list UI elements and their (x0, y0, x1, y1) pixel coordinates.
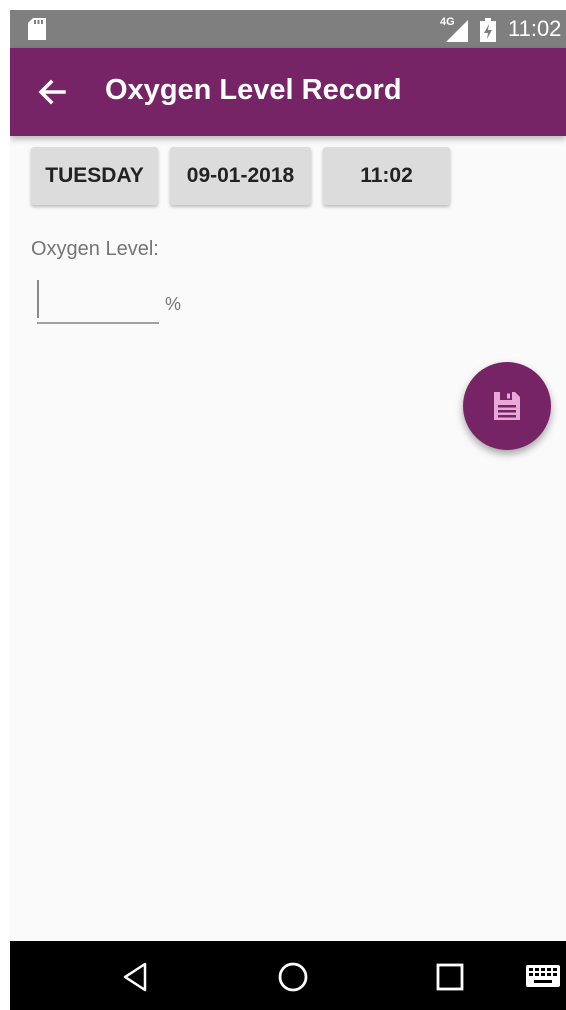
keyboard-icon[interactable] (526, 965, 560, 989)
nav-home-icon[interactable] (275, 959, 311, 995)
nav-recents-icon[interactable] (432, 959, 468, 995)
battery-charging-icon (480, 18, 496, 42)
page-title: Oxygen Level Record (105, 74, 402, 106)
status-bar: 4G 11:02 (10, 10, 566, 48)
time-button[interactable]: 11:02 (323, 147, 450, 205)
date-button[interactable]: 09-01-2018 (170, 147, 311, 205)
nav-back-icon[interactable] (118, 959, 154, 995)
app-screen: 4G 11:02 Oxygen Level Record TUESDAY 09-… (10, 10, 566, 1010)
text-cursor (37, 280, 39, 318)
navigation-bar (10, 941, 566, 1010)
day-button[interactable]: TUESDAY (31, 147, 158, 205)
save-button[interactable] (463, 362, 551, 450)
status-clock: 11:02 (508, 16, 562, 41)
oxygen-level-input[interactable] (37, 280, 159, 324)
save-icon (494, 392, 520, 420)
app-bar: Oxygen Level Record (10, 48, 566, 136)
oxygen-level-label: Oxygen Level: (31, 238, 159, 260)
signal-strength-icon (446, 20, 468, 42)
sd-card-icon (28, 18, 46, 40)
unit-label: % (165, 294, 182, 314)
arrow-left-icon[interactable] (32, 72, 72, 112)
